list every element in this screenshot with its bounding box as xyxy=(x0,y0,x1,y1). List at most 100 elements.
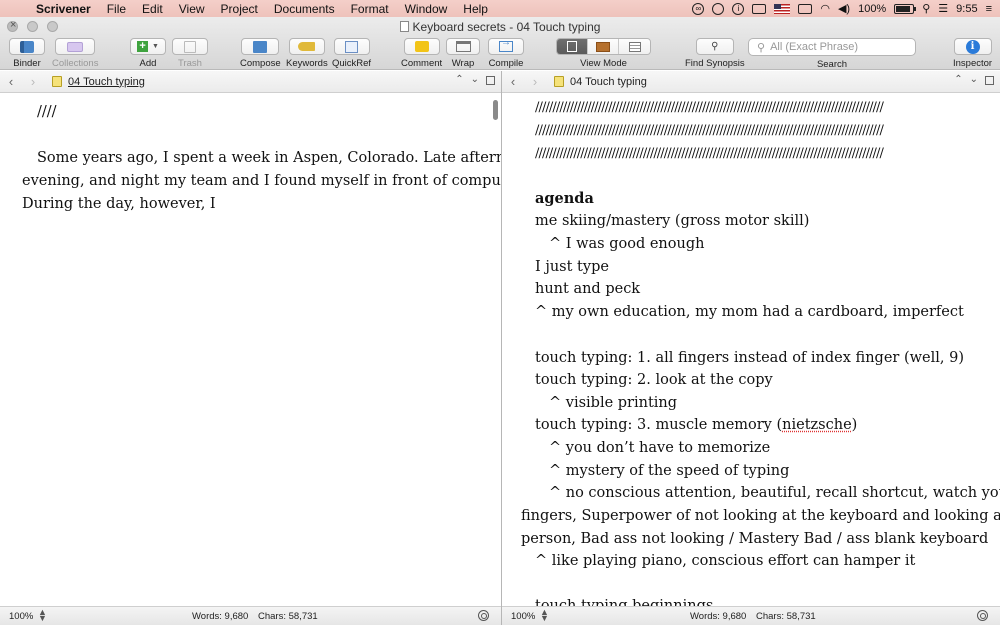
text-line: ^ visible printing xyxy=(549,395,678,411)
view-mode-document-button[interactable] xyxy=(557,39,588,54)
wifi-icon[interactable]: ◠ xyxy=(820,2,830,15)
split-toggle-icon[interactable] xyxy=(486,76,495,85)
keywords-tool: Keywords xyxy=(286,38,328,69)
clock[interactable]: 9:55 xyxy=(956,3,977,15)
window-title-text: Keyboard secrets - 04 Touch typing xyxy=(412,20,601,34)
battery-icon[interactable] xyxy=(894,3,917,14)
input-source-flag-icon[interactable] xyxy=(774,3,791,14)
airplay-icon[interactable] xyxy=(798,3,813,14)
menu-documents[interactable]: Documents xyxy=(266,2,343,16)
menu-view[interactable]: View xyxy=(171,2,213,16)
menu-format[interactable]: Format xyxy=(343,2,397,16)
trash-button[interactable] xyxy=(172,38,208,55)
binder-button[interactable] xyxy=(9,38,45,55)
menu-list-icon[interactable]: ≡ xyxy=(986,3,992,15)
target-icon[interactable] xyxy=(478,610,489,621)
text-line: ^ mystery of the speed of typing xyxy=(549,463,790,479)
comment-label: Comment xyxy=(401,58,443,69)
view-mode-outliner-button[interactable] xyxy=(619,39,650,54)
compose-label: Compose xyxy=(240,58,281,69)
forward-arrow-icon[interactable]: › xyxy=(22,74,44,89)
wrap-label: Wrap xyxy=(451,58,475,69)
info-status-icon[interactable]: i xyxy=(732,2,745,15)
add-tool: + ▼ Add xyxy=(130,38,166,69)
text-line: ^ my own education, my mom had a cardboa… xyxy=(535,304,964,320)
text-line: During the day, however, I xyxy=(22,196,216,212)
forward-arrow-icon[interactable]: › xyxy=(524,74,546,89)
menu-edit[interactable]: Edit xyxy=(134,2,171,16)
menu-project[interactable]: Project xyxy=(213,2,266,16)
text-line: me skiing/mastery (gross motor skill) xyxy=(535,213,810,229)
comment-tool: Comment xyxy=(401,38,442,69)
header-bar-right: ‹ › 04 Touch typing ⌃ ⌄ xyxy=(502,71,1000,93)
compile-label: Compile xyxy=(488,58,524,69)
next-document-icon[interactable]: ⌄ xyxy=(471,74,479,85)
add-label: Add xyxy=(139,58,157,69)
search-placeholder: All (Exact Phrase) xyxy=(770,41,859,53)
editor-text-right[interactable]: ////////////////////////////////////////… xyxy=(502,94,1000,606)
view-mode-segmented xyxy=(556,38,651,55)
inspector-tool: i Inspector xyxy=(953,38,992,69)
menu-window[interactable]: Window xyxy=(397,2,456,16)
menu-file[interactable]: File xyxy=(99,2,134,16)
quickref-icon xyxy=(345,40,359,53)
wrap-button[interactable] xyxy=(446,38,480,55)
text-line: I just type xyxy=(535,259,609,275)
text-line: ^ like playing piano, conscious effort c… xyxy=(535,553,916,569)
zoom-level[interactable]: 100% xyxy=(511,611,535,622)
binder-tool: Binder xyxy=(9,38,45,69)
search-tool: ⚲ All (Exact Phrase) Search xyxy=(748,38,916,70)
scrollbar-thumb[interactable] xyxy=(493,100,498,120)
zoom-level[interactable]: 100% xyxy=(9,611,33,622)
inspector-button[interactable]: i xyxy=(953,38,992,55)
spotlight-search-icon[interactable]: ⚲ xyxy=(922,2,930,15)
back-arrow-icon[interactable]: ‹ xyxy=(0,74,22,89)
editor-pane-right: ‹ › 04 Touch typing ⌃ ⌄ ////////////////… xyxy=(502,71,1000,625)
collections-button[interactable] xyxy=(55,38,96,55)
do-not-disturb-icon[interactable] xyxy=(712,2,725,15)
search-label: Search xyxy=(816,59,848,70)
keywords-button[interactable] xyxy=(288,38,325,55)
text-line: person, Bad ass not looking / Mastery Ba… xyxy=(521,531,989,547)
text-line: hunt and peck xyxy=(535,281,641,297)
wrap-icon xyxy=(455,41,471,52)
text-line: //// xyxy=(37,104,57,120)
previous-document-icon[interactable]: ⌃ xyxy=(954,74,962,85)
editor-text-left[interactable]: //// Some years ago, I spent a week in A… xyxy=(0,94,501,606)
zoom-stepper-icon[interactable]: ▲ ▼ xyxy=(540,608,549,623)
notification-center-icon[interactable]: ☰ xyxy=(938,2,948,15)
zoom-stepper-icon[interactable]: ▲ ▼ xyxy=(38,608,47,623)
pane-title-right[interactable]: 04 Touch typing xyxy=(570,76,647,88)
find-synopsis-button[interactable]: ⚲ xyxy=(695,38,734,55)
search-icon: ⚲ xyxy=(757,41,766,54)
creative-cloud-icon[interactable]: ∞ xyxy=(692,2,705,15)
compose-button[interactable] xyxy=(241,38,280,55)
text-fragment: touch typing: 3. muscle memory ( xyxy=(535,417,783,433)
compile-icon xyxy=(499,37,513,52)
document-icon xyxy=(399,21,409,32)
comment-icon xyxy=(414,41,429,52)
split-toggle-icon[interactable] xyxy=(985,76,994,85)
compile-button[interactable] xyxy=(488,37,524,55)
menu-help[interactable]: Help xyxy=(455,2,496,16)
target-icon[interactable] xyxy=(977,610,988,621)
menu-app[interactable]: Scrivener xyxy=(30,2,99,16)
text-line: ////////////////////////////////////////… xyxy=(535,146,884,161)
volume-icon[interactable]: ◀) xyxy=(838,2,850,15)
quickref-tool: QuickRef xyxy=(332,38,371,69)
next-document-icon[interactable]: ⌄ xyxy=(970,74,978,85)
previous-document-icon[interactable]: ⌃ xyxy=(455,74,463,85)
comment-button[interactable] xyxy=(403,38,440,55)
back-arrow-icon[interactable]: ‹ xyxy=(502,74,524,89)
collections-label: Collections xyxy=(52,58,99,69)
document-icon xyxy=(554,76,564,87)
add-button[interactable]: + ▼ xyxy=(130,38,166,55)
search-input[interactable]: ⚲ All (Exact Phrase) xyxy=(748,38,916,56)
footer-right: 100% ▲ ▼ Words: 9,680 Chars: 58,731 xyxy=(502,606,1000,625)
view-mode-corkboard-button[interactable] xyxy=(588,39,619,54)
outliner-icon xyxy=(628,41,641,52)
quickref-button[interactable] xyxy=(333,38,370,55)
display-icon[interactable] xyxy=(752,3,767,14)
pane-title-left[interactable]: 04 Touch typing xyxy=(68,76,145,88)
misspelled-word[interactable]: nietzsche xyxy=(782,417,852,433)
